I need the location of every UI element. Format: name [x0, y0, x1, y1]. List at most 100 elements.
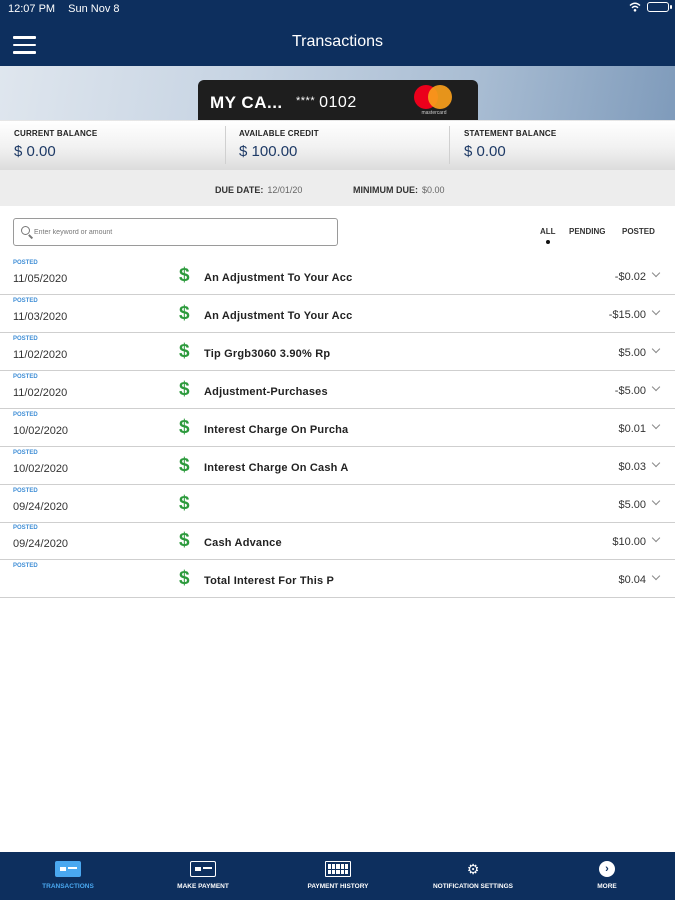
transaction-description: Interest Charge On Cash A	[204, 462, 349, 474]
card-banner: MY CA... **** 0102 mastercard	[0, 66, 675, 120]
chevron-down-icon[interactable]	[651, 571, 661, 581]
more-arrow-icon: ›	[599, 861, 615, 877]
battery-icon	[647, 2, 672, 12]
status-bar: 12:07 PM Sun Nov 8	[8, 3, 130, 15]
available-credit: AVAILABLE CREDIT $ 100.00	[239, 129, 319, 160]
minimum-due: MINIMUM DUE: $0.00	[353, 185, 445, 195]
bottom-nav: TRANSACTIONS MAKE PAYMENT PAYMENT HISTOR…	[0, 852, 675, 900]
wifi-icon	[629, 2, 641, 12]
dollar-icon: $	[179, 455, 190, 476]
card-mask: ****	[296, 95, 316, 107]
filter-posted[interactable]: POSTED	[622, 227, 655, 236]
transaction-description: Adjustment-Purchases	[204, 386, 328, 398]
current-balance-value: $ 0.00	[14, 143, 56, 160]
transaction-description: Interest Charge On Purcha	[204, 424, 349, 436]
transaction-amount: $0.01	[618, 423, 646, 435]
divider	[449, 126, 450, 164]
nav-label: MORE	[597, 883, 617, 890]
transaction-amount: -$5.00	[614, 385, 646, 397]
chevron-down-icon[interactable]	[651, 344, 661, 354]
transaction-amount: $0.04	[618, 574, 646, 586]
gear-chat-icon: ⚙	[466, 861, 480, 877]
balance-summary: CURRENT BALANCE $ 0.00 AVAILABLE CREDIT …	[0, 120, 675, 170]
due-date: DUE DATE: 12/01/20	[215, 185, 302, 195]
transaction-status: POSTED	[13, 525, 38, 531]
transaction-row[interactable]: POSTED 11/03/2020 $ An Adjustment To You…	[0, 295, 675, 333]
page-title: Transactions	[292, 33, 383, 50]
minimum-due-label: MINIMUM DUE:	[353, 185, 418, 195]
transaction-amount: -$15.00	[608, 309, 646, 321]
transaction-amount: $5.00	[618, 347, 646, 359]
transaction-amount: $10.00	[612, 536, 646, 548]
transaction-date: 10/02/2020	[13, 463, 69, 475]
chevron-down-icon[interactable]	[651, 268, 661, 278]
transaction-date: 09/24/2020	[13, 501, 69, 513]
transaction-row[interactable]: POSTED 11/05/2020 $ An Adjustment To You…	[0, 257, 675, 295]
transaction-row[interactable]: POSTED 10/02/2020 $ Interest Charge On C…	[0, 447, 675, 485]
divider	[225, 126, 226, 164]
transaction-description: An Adjustment To Your Acc	[204, 272, 353, 284]
due-date-value: 12/01/20	[267, 185, 303, 195]
chevron-down-icon[interactable]	[651, 382, 661, 392]
minimum-due-value: $0.00	[422, 185, 445, 195]
statement-balance: STATEMENT BALANCE $ 0.00	[464, 129, 556, 160]
dollar-icon: $	[179, 417, 190, 438]
search-box[interactable]	[13, 218, 338, 246]
transaction-status: POSTED	[13, 374, 38, 380]
transaction-row[interactable]: POSTED 09/24/2020 $ $5.00	[0, 485, 675, 523]
card-name: MY CA...	[210, 93, 283, 112]
transaction-row[interactable]: POSTED $ Total Interest For This P $0.04	[0, 560, 675, 598]
status-time: 12:07 PM	[8, 3, 56, 15]
filter-pending[interactable]: PENDING	[569, 227, 605, 236]
mastercard-logo: mastercard	[412, 83, 456, 117]
credit-card[interactable]: MY CA... **** 0102 mastercard	[198, 80, 478, 120]
transaction-status: POSTED	[13, 412, 38, 418]
transaction-row[interactable]: POSTED 11/02/2020 $ Adjustment-Purchases…	[0, 371, 675, 409]
transaction-description: Cash Advance	[204, 537, 282, 549]
transaction-row[interactable]: POSTED 11/02/2020 $ Tip Grgb3060 3.90% R…	[0, 333, 675, 371]
nav-transactions[interactable]: TRANSACTIONS	[18, 852, 118, 900]
nav-more[interactable]: › MORE	[567, 852, 647, 900]
chevron-down-icon[interactable]	[651, 533, 661, 543]
dollar-icon: $	[179, 379, 190, 400]
available-credit-value: $ 100.00	[239, 143, 298, 160]
search-input[interactable]	[34, 219, 334, 245]
transaction-status: POSTED	[13, 260, 38, 266]
filter-all[interactable]: ALL	[540, 227, 556, 236]
statement-balance-label: STATEMENT BALANCE	[464, 129, 557, 138]
card-icon	[55, 861, 81, 877]
chevron-down-icon[interactable]	[651, 458, 661, 468]
transaction-description: Tip Grgb3060 3.90% Rp	[204, 348, 331, 360]
statement-balance-value: $ 0.00	[464, 143, 506, 160]
chevron-down-icon[interactable]	[651, 420, 661, 430]
nav-payment-history[interactable]: PAYMENT HISTORY	[288, 852, 388, 900]
transaction-status: POSTED	[13, 450, 38, 456]
dollar-icon: $	[179, 303, 190, 324]
filter-selected-indicator	[546, 240, 550, 244]
dollar-icon: $	[179, 341, 190, 362]
nav-make-payment[interactable]: MAKE PAYMENT	[153, 852, 253, 900]
chevron-down-icon[interactable]	[651, 306, 661, 316]
transaction-status: POSTED	[13, 488, 38, 494]
nav-label: TRANSACTIONS	[42, 883, 94, 890]
transaction-date: 11/02/2020	[13, 387, 68, 399]
transaction-status: POSTED	[13, 298, 38, 304]
transaction-description: An Adjustment To Your Acc	[204, 310, 353, 322]
current-balance-label: CURRENT BALANCE	[14, 129, 98, 138]
transaction-date: 10/02/2020	[13, 425, 69, 437]
status-date: Sun Nov 8	[68, 3, 120, 15]
transaction-row[interactable]: POSTED 10/02/2020 $ Interest Charge On P…	[0, 409, 675, 447]
nav-notification-settings[interactable]: ⚙ NOTIFICATION SETTINGS	[413, 852, 533, 900]
due-info-row: DUE DATE: 12/01/20 MINIMUM DUE: $0.00	[0, 170, 675, 206]
current-balance: CURRENT BALANCE $ 0.00	[14, 129, 97, 160]
transaction-description: Total Interest For This P	[204, 575, 335, 587]
available-credit-label: AVAILABLE CREDIT	[239, 129, 319, 138]
transaction-row[interactable]: POSTED 09/24/2020 $ Cash Advance $10.00	[0, 522, 675, 560]
nav-label: PAYMENT HISTORY	[307, 883, 369, 890]
transaction-status: POSTED	[13, 563, 38, 569]
calendar-icon	[325, 861, 351, 877]
dollar-icon: $	[179, 530, 190, 551]
due-date-label: DUE DATE:	[215, 185, 264, 195]
nav-label: NOTIFICATION SETTINGS	[432, 883, 514, 890]
chevron-down-icon[interactable]	[651, 496, 661, 506]
